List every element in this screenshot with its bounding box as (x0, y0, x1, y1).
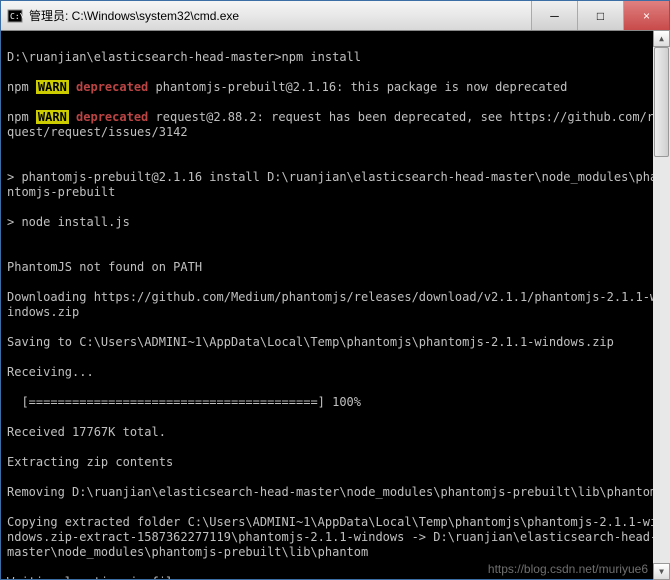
output-line: Saving to C:\Users\ADMINI~1\AppData\Loca… (7, 335, 663, 350)
titlebar[interactable]: C:\ 管理员: C:\Windows\system32\cmd.exe ─ □… (1, 1, 669, 31)
close-button[interactable]: × (623, 1, 669, 30)
output-line: Copying extracted folder C:\Users\ADMINI… (7, 515, 663, 560)
window-title: 管理员: C:\Windows\system32\cmd.exe (29, 7, 531, 24)
scroll-track[interactable] (653, 47, 670, 563)
maximize-button[interactable]: □ (577, 1, 623, 30)
vertical-scrollbar[interactable]: ▲ ▼ (653, 30, 670, 580)
watermark: https://blog.csdn.net/muriyue6 (488, 562, 648, 576)
warn-badge: WARN (36, 110, 69, 124)
npm-prefix: npm (7, 110, 36, 124)
npm-warn-line: npm WARN deprecated phantomjs-prebuilt@2… (7, 80, 663, 95)
terminal-output[interactable]: D:\ruanjian\elasticsearch-head-master>np… (1, 31, 669, 579)
deprecated-label: deprecated (69, 110, 156, 124)
install-cmd: > node install.js (7, 215, 663, 230)
install-header: > phantomjs-prebuilt@2.1.16 install D:\r… (7, 170, 663, 200)
output-line: Downloading https://github.com/Medium/ph… (7, 290, 663, 320)
npm-prefix: npm (7, 80, 36, 94)
minimize-button[interactable]: ─ (531, 1, 577, 30)
output-line: Received 17767K total. (7, 425, 663, 440)
scroll-up-button[interactable]: ▲ (653, 30, 670, 47)
scroll-thumb[interactable] (654, 47, 669, 157)
deprecated-label: deprecated (69, 80, 156, 94)
npm-warn-line: npm WARN deprecated request@2.88.2: requ… (7, 110, 663, 140)
window-controls: ─ □ × (531, 1, 669, 30)
warn-badge: WARN (36, 80, 69, 94)
scroll-down-button[interactable]: ▼ (653, 563, 670, 580)
svg-text:C:\: C:\ (10, 12, 23, 21)
progress-bar: [=======================================… (7, 395, 663, 410)
output-line: Extracting zip contents (7, 455, 663, 470)
output-line: Removing D:\ruanjian\elasticsearch-head-… (7, 485, 663, 500)
output-line: PhantomJS not found on PATH (7, 260, 663, 275)
warn-text: phantomjs-prebuilt@2.1.16: this package … (156, 80, 568, 94)
cmd-window: C:\ 管理员: C:\Windows\system32\cmd.exe ─ □… (0, 0, 670, 580)
output-line: Receiving... (7, 365, 663, 380)
cmd-icon: C:\ (7, 8, 23, 24)
prompt-line: D:\ruanjian\elasticsearch-head-master>np… (7, 50, 663, 65)
